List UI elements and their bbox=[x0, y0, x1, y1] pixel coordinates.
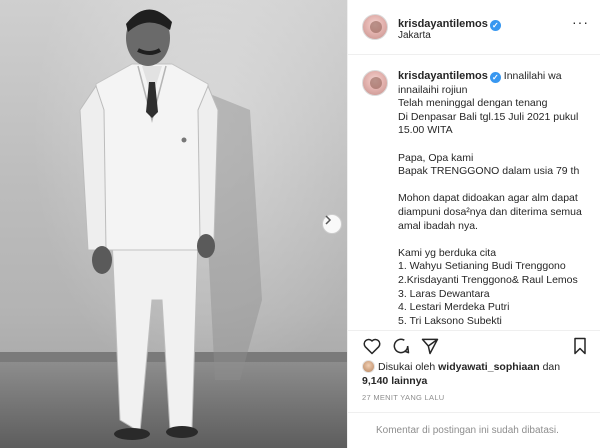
post-timestamp[interactable]: 27 MENIT YANG LALU bbox=[362, 393, 445, 402]
likes-joiner: dan bbox=[542, 361, 561, 373]
post-actions-bar bbox=[348, 330, 600, 360]
comment-icon[interactable] bbox=[391, 336, 411, 356]
post-location[interactable]: Jakarta bbox=[398, 30, 431, 41]
caption-area: krisdayantilemos ✓ Innalilahi wa innailai… bbox=[348, 56, 600, 328]
post-caption: krisdayantilemos ✓ Innalilahi wa innailai… bbox=[398, 70, 593, 328]
author-avatar[interactable] bbox=[362, 14, 388, 40]
more-options-icon[interactable]: ··· bbox=[572, 14, 589, 30]
comments-disabled-notice: Komentar di postingan ini sudah dibatasi… bbox=[348, 412, 600, 448]
man-in-white-suit-figure bbox=[79, 9, 262, 440]
likes-summary: Disukai oleh widyawati_sophiaan dan 9,140… bbox=[362, 360, 592, 388]
liker-username[interactable]: widyawati_sophiaan bbox=[438, 361, 540, 373]
caption-body: Telah meninggal dengan tenang Di Denpasa… bbox=[398, 97, 582, 327]
caption-verified-badge-icon: ✓ bbox=[489, 72, 501, 83]
chevron-right-icon bbox=[325, 215, 332, 225]
author-username[interactable]: krisdayantilemos bbox=[398, 18, 488, 30]
post-photo[interactable] bbox=[0, 0, 347, 448]
share-icon[interactable] bbox=[420, 336, 440, 356]
likes-prefix: Disukai oleh bbox=[378, 361, 436, 373]
post-header: krisdayantilemos ✓ Jakarta ··· bbox=[348, 0, 600, 55]
caption-author-avatar[interactable] bbox=[362, 70, 388, 96]
next-photo-button[interactable] bbox=[322, 214, 342, 234]
heart-icon[interactable] bbox=[362, 336, 382, 356]
liker-avatar[interactable] bbox=[362, 360, 375, 373]
post-detail-panel: krisdayantilemos ✓ Jakarta ··· krisdayant… bbox=[347, 0, 600, 448]
likes-count[interactable]: 9,140 lainnya bbox=[362, 375, 427, 387]
caption-username[interactable]: krisdayantilemos bbox=[398, 70, 488, 82]
bookmark-icon[interactable] bbox=[570, 336, 590, 356]
verified-badge-icon: ✓ bbox=[489, 20, 501, 31]
